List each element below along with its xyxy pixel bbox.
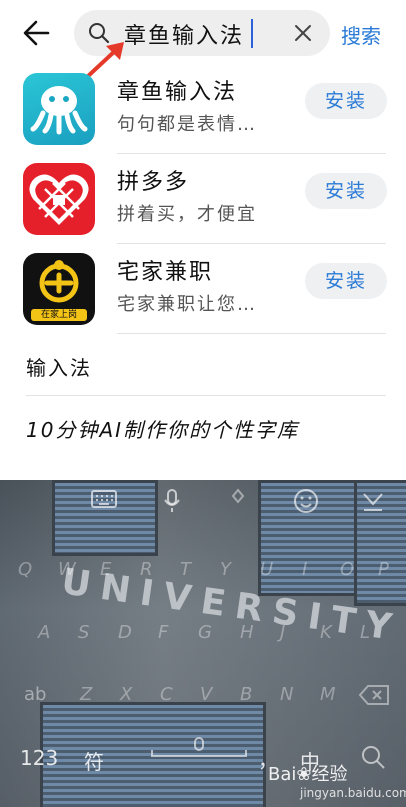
search-button[interactable]: 搜索 — [341, 20, 381, 49]
paw-icon: ❀ — [296, 764, 312, 785]
key[interactable]: Z — [80, 684, 92, 705]
number-key[interactable]: 123 — [20, 746, 58, 770]
search-key-icon[interactable] — [360, 744, 386, 770]
key[interactable]: R — [140, 559, 153, 580]
key[interactable]: S — [78, 622, 89, 643]
key[interactable]: X — [120, 684, 132, 705]
key[interactable]: C — [160, 684, 173, 705]
microphone-icon[interactable] — [162, 488, 182, 514]
search-value: 章鱼输入法 — [124, 24, 245, 49]
key[interactable]: U — [260, 559, 273, 580]
cursor-move-icon[interactable] — [226, 488, 250, 512]
key[interactable]: T — [180, 559, 191, 580]
suggestion-item[interactable]: 10分钟AI制作你的个性字库 — [26, 414, 299, 443]
key[interactable]: E — [100, 559, 111, 580]
key[interactable]: Q — [18, 559, 32, 580]
watermark-url: jingyan.baidu.com — [300, 786, 406, 800]
key[interactable]: D — [118, 622, 132, 643]
suggestion-item[interactable]: 输入法 — [26, 352, 92, 381]
app-name: 章鱼输入法 — [117, 80, 238, 105]
list-item[interactable]: 拼多多 拼着买，才便宜 安装 — [0, 154, 406, 244]
key[interactable]: M — [320, 684, 336, 705]
text-cursor — [251, 19, 253, 48]
backspace-icon[interactable] — [358, 684, 390, 706]
app-name: 拼多多 — [117, 170, 190, 195]
key[interactable]: I — [302, 559, 307, 580]
app-desc: 拼着买，才便宜 — [117, 204, 257, 225]
key[interactable]: W — [58, 559, 76, 580]
shift-key[interactable]: ab — [24, 684, 46, 705]
divider — [117, 333, 386, 334]
list-item[interactable]: 在家上岗 宅家兼职 宅家兼职让您… 安装 — [0, 244, 406, 334]
key[interactable]: H — [240, 622, 254, 643]
install-button[interactable]: 安装 — [305, 263, 387, 299]
key[interactable]: F — [158, 622, 168, 643]
watermark-suffix: 经验 — [311, 764, 348, 785]
key[interactable]: L — [360, 622, 370, 643]
key[interactable]: Y — [220, 559, 231, 580]
pinduoduo-app-icon — [23, 163, 95, 235]
install-button[interactable]: 安装 — [305, 173, 387, 209]
key[interactable]: P — [378, 559, 389, 580]
key[interactable]: A — [38, 622, 50, 643]
octopus-app-icon — [23, 73, 95, 145]
zhaijia-app-icon: 在家上岗 — [23, 253, 95, 325]
key[interactable]: G — [198, 622, 212, 643]
app-desc: 宅家兼职让您… — [117, 294, 257, 315]
install-button[interactable]: 安装 — [305, 83, 387, 119]
key[interactable]: N — [280, 684, 293, 705]
watermark-brand: Bai — [268, 764, 297, 785]
app-name: 宅家兼职 — [117, 260, 214, 285]
emoji-icon[interactable] — [293, 488, 319, 514]
space-bar[interactable] — [150, 736, 248, 760]
clear-icon[interactable] — [294, 24, 312, 42]
collapse-keyboard-icon[interactable] — [361, 488, 385, 514]
top-bar: 章鱼输入法 搜索 — [0, 0, 406, 66]
key[interactable]: J — [280, 622, 285, 643]
baidu-watermark: Bai❀经验 — [268, 760, 347, 786]
back-arrow-icon[interactable] — [20, 16, 54, 50]
app-desc: 句句都是表情… — [117, 114, 257, 135]
key[interactable]: B — [240, 684, 252, 705]
icon-caption: 在家上岗 — [40, 310, 77, 320]
key[interactable]: V — [200, 684, 212, 705]
keyboard-icon[interactable] — [90, 488, 118, 510]
divider — [26, 395, 386, 396]
key[interactable]: O — [340, 559, 354, 580]
key[interactable]: K — [320, 622, 332, 643]
symbol-key[interactable]: 符 — [84, 746, 104, 775]
list-item[interactable]: 章鱼输入法 句句都是表情… 安装 — [0, 64, 406, 154]
